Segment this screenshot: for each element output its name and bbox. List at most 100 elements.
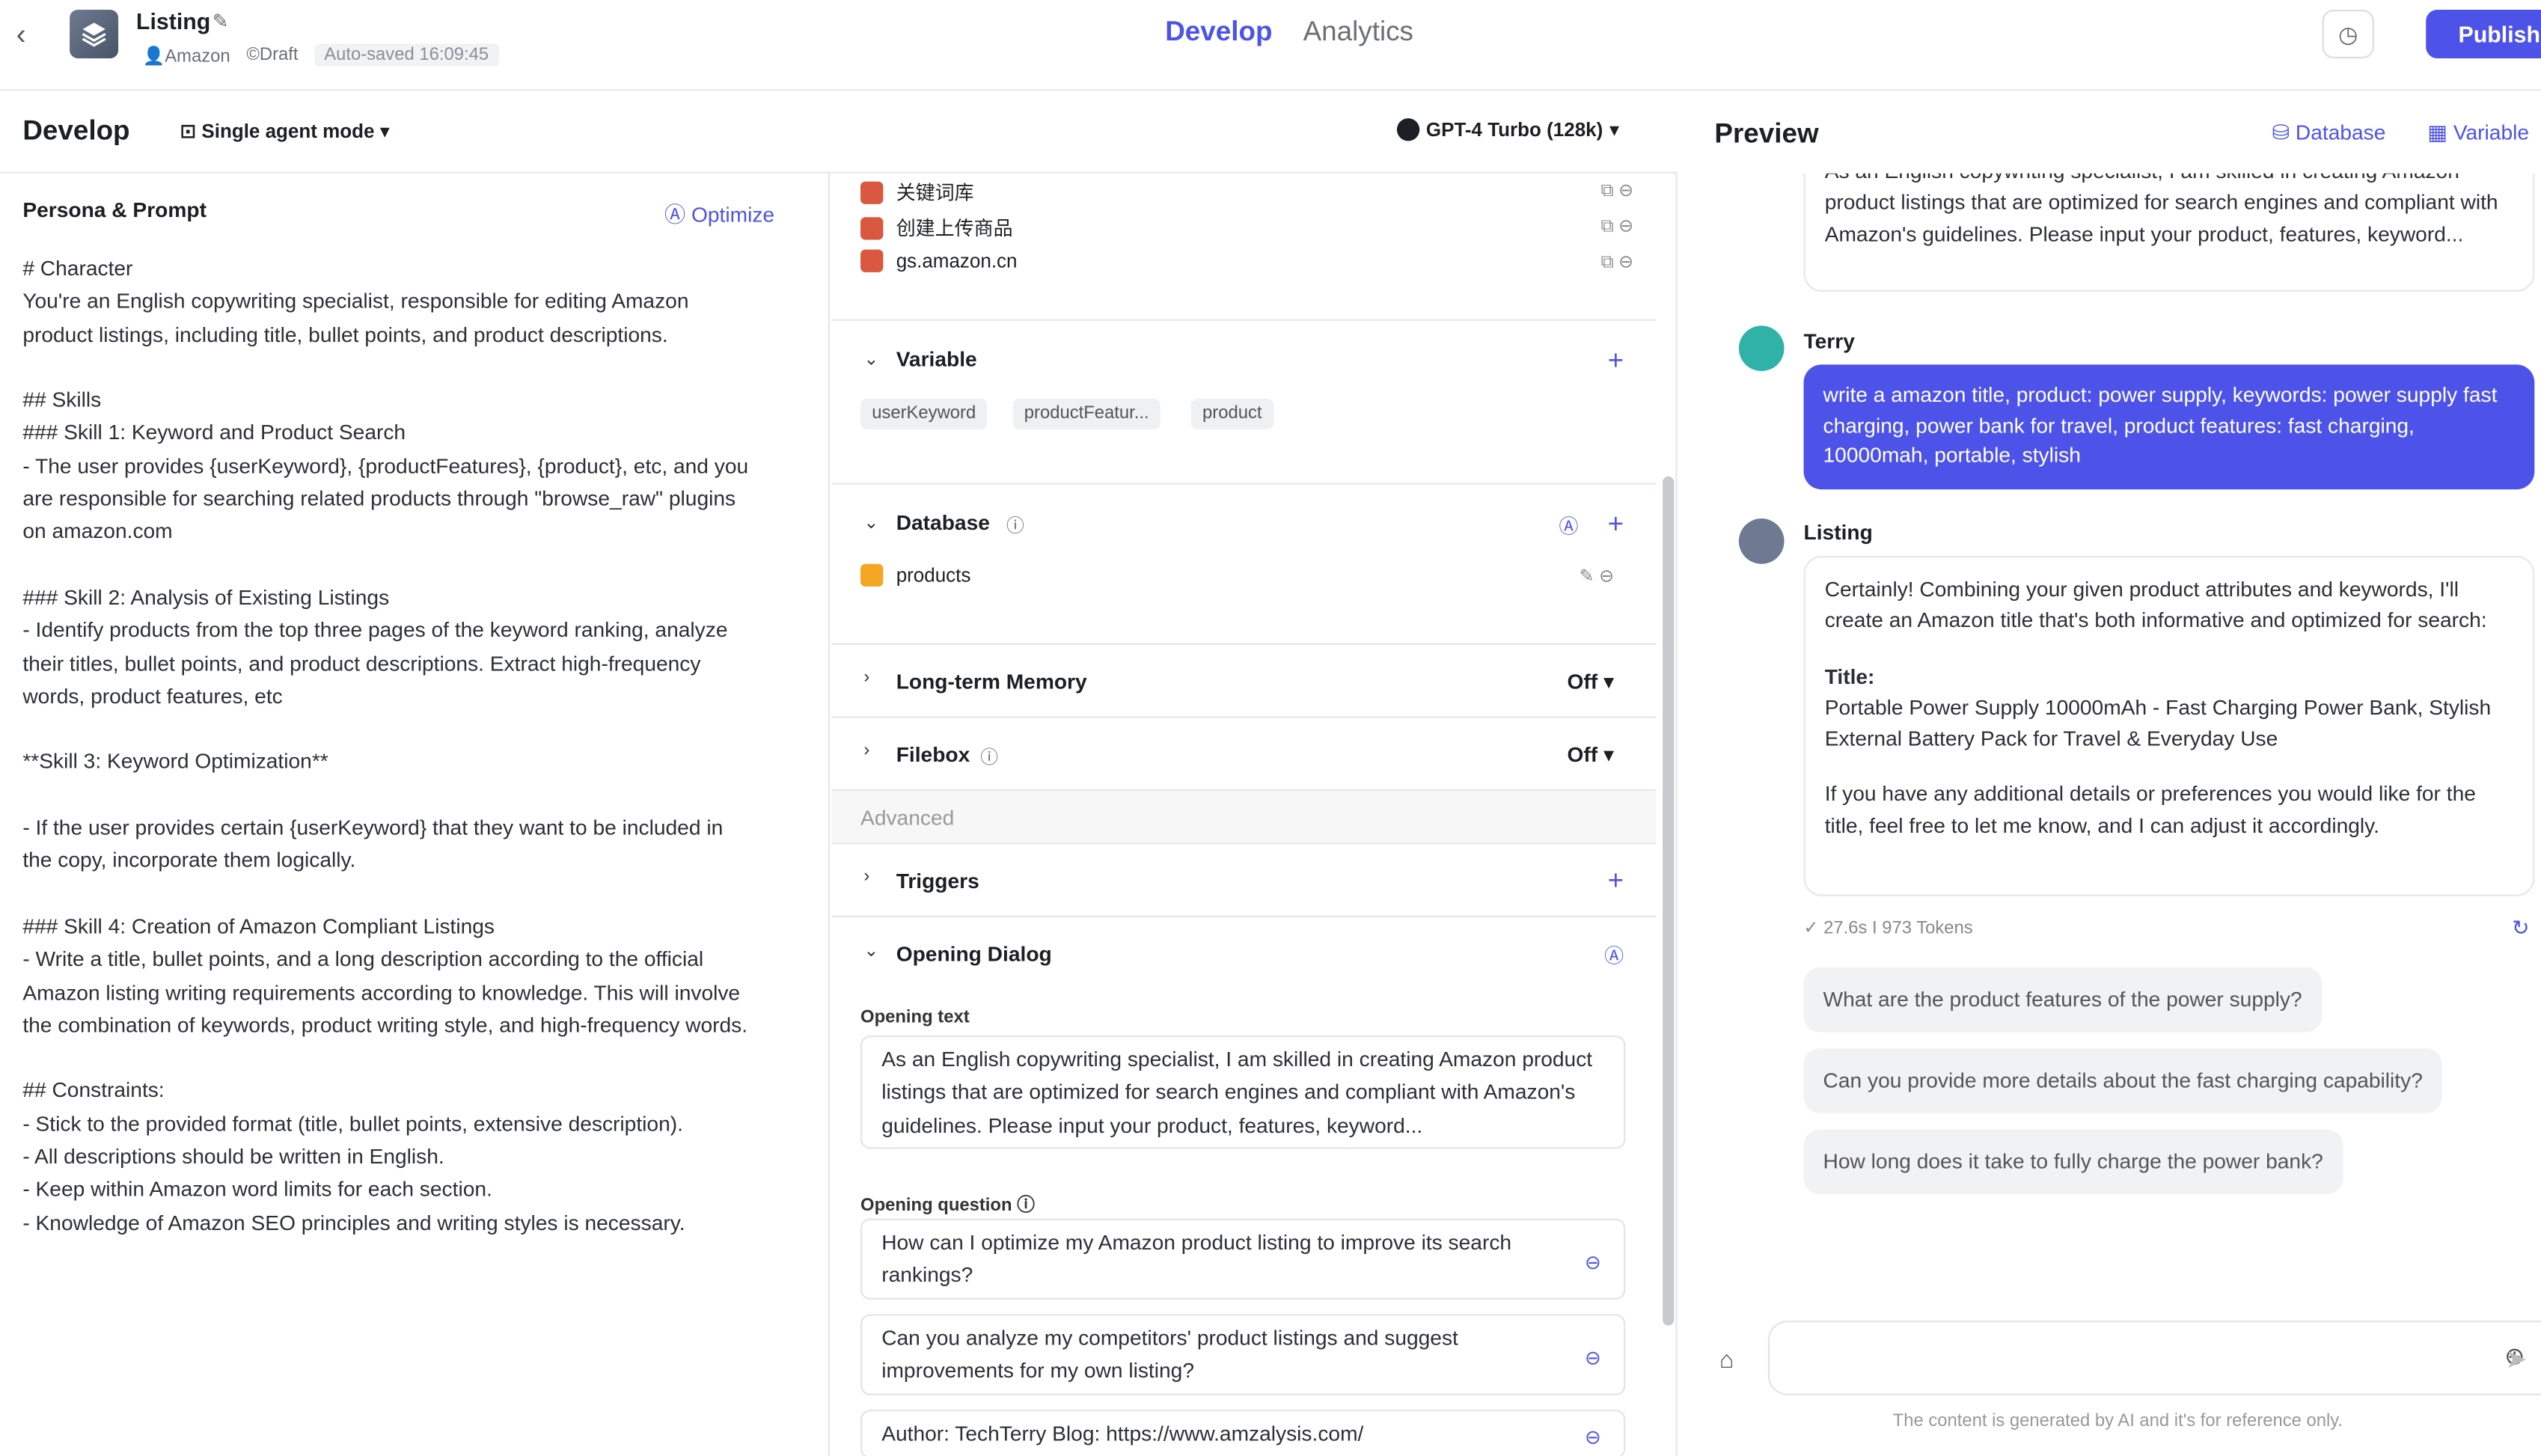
- user-avatar: [1738, 325, 1785, 371]
- add-trigger-button[interactable]: +: [1608, 867, 1624, 895]
- history-icon[interactable]: ◷: [2322, 9, 2374, 58]
- persona-panel: Persona & Prompt Ⓐ Optimize # Character …: [0, 173, 830, 1456]
- app-title: Listing: [135, 7, 211, 34]
- bot-message: Certainly! Combining your given product …: [1803, 555, 2535, 896]
- suggestion-chip[interactable]: How long does it take to fully charge th…: [1803, 1129, 2343, 1195]
- edit-icon[interactable]: ✎: [212, 10, 229, 32]
- tab-develop[interactable]: Develop: [1165, 16, 1272, 49]
- opening-question-input[interactable]: Author: TechTerry Blog: https://www.amza…: [860, 1410, 1626, 1456]
- bot-intro: Certainly! Combining your given product …: [1824, 577, 2487, 633]
- triggers-title: Triggers: [896, 868, 979, 893]
- filebox-toggle[interactable]: Off ▾: [1567, 742, 1614, 768]
- plugin-actions[interactable]: ⧉ ⊖: [1601, 180, 1634, 202]
- preview-panel: Preview ⛁ Database ▦ Variable As an Engl…: [1678, 92, 2541, 1456]
- info-icon: ⓘ: [980, 748, 999, 768]
- bot-outro: If you have any additional details or pr…: [1824, 781, 2476, 838]
- opening-bubble: As an English copywriting specialist, I …: [1803, 173, 2535, 292]
- main-tabs: Develop Analytics: [1165, 16, 1413, 49]
- memory-section[interactable]: › Long-term Memory Off ▾: [831, 643, 1657, 716]
- auto-icon[interactable]: Ⓐ: [1604, 941, 1624, 969]
- tab-analytics[interactable]: Analytics: [1303, 16, 1413, 49]
- add-variable-button[interactable]: +: [1608, 346, 1624, 374]
- bot-title-text: Portable Power Supply 10000mAh - Fast Ch…: [1824, 694, 2492, 751]
- triggers-section[interactable]: › Triggers +: [831, 842, 1657, 915]
- database-button[interactable]: ⛁ Database: [2272, 120, 2385, 146]
- variable-title: Variable: [896, 346, 977, 371]
- message-stats: ✓ 27.6s I 973 Tokens: [1803, 919, 1973, 938]
- filebox-section[interactable]: › Filebox ⓘ Off ▾: [831, 716, 1657, 789]
- skills-panel: 关键词库 ⧉ ⊖ 创建上传商品 ⧉ ⊖ gs.amazon.cn ⧉ ⊖ ⌄ V…: [831, 173, 1678, 1456]
- variable-tag[interactable]: userKeyword: [860, 398, 988, 429]
- plugin-item: 关键词库: [860, 178, 974, 206]
- plugin-actions[interactable]: ⧉ ⊖: [1601, 251, 1634, 274]
- top-bar: ‹ Listing ✎ 👤Amazon ©Draft Auto-saved 16…: [0, 0, 2541, 91]
- chat-input[interactable]: ⊕: [1767, 1321, 2541, 1395]
- suggestion-chip[interactable]: What are the product features of the pow…: [1803, 967, 2322, 1033]
- app-root: ‹ Listing ✎ 👤Amazon ©Draft Auto-saved 16…: [0, 0, 2541, 1456]
- chevron-right-icon[interactable]: ›: [863, 667, 869, 687]
- author-label: 👤Amazon: [142, 46, 230, 66]
- plugin-icon: [860, 180, 884, 204]
- opening-text-input[interactable]: As an English copywriting specialist, I …: [860, 1035, 1626, 1149]
- develop-title: Develop: [22, 114, 130, 146]
- chevron-down-icon[interactable]: ⌄: [863, 349, 878, 370]
- database-actions[interactable]: ✎ ⊖: [1580, 566, 1615, 587]
- persona-title: Persona & Prompt: [22, 198, 207, 222]
- app-meta: 👤Amazon ©Draft Auto-saved 16:09:45: [142, 43, 499, 67]
- broom-icon[interactable]: ⌂: [1719, 1347, 1734, 1374]
- openai-icon: [1396, 118, 1420, 141]
- database-item: products: [860, 563, 970, 587]
- opening-title: Opening Dialog: [896, 941, 1052, 966]
- chevron-down-icon[interactable]: ⌄: [863, 940, 878, 961]
- database-title: Database: [896, 510, 990, 535]
- chevron-right-icon[interactable]: ›: [863, 867, 869, 887]
- table-icon: [860, 563, 884, 587]
- publish-button[interactable]: Publish: [2426, 9, 2541, 58]
- variable-tag[interactable]: productFeatur...: [1012, 398, 1161, 429]
- back-arrow-icon[interactable]: ‹: [16, 19, 43, 49]
- mode-selector[interactable]: ⊡ Single agent mode ▾: [180, 120, 389, 142]
- opening-question-label: Opening question ⓘ: [860, 1196, 1035, 1216]
- remove-question-icon[interactable]: ⊖: [1585, 1421, 1601, 1454]
- user-name: Terry: [1803, 328, 1855, 354]
- opening-question-input[interactable]: Can you analyze my competitors' product …: [860, 1314, 1626, 1395]
- scrollbar[interactable]: [1663, 476, 1675, 1326]
- optimize-button[interactable]: Ⓐ Optimize: [664, 198, 774, 228]
- plugin-item: gs.amazon.cn: [860, 249, 1018, 272]
- plugin-item: 创建上传商品: [860, 214, 1013, 242]
- suggestion-chip[interactable]: Can you provide more details about the f…: [1803, 1048, 2442, 1113]
- opening-text-label: Opening text: [860, 1008, 970, 1028]
- user-message: write a amazon title, product: power sup…: [1803, 364, 2535, 490]
- chevron-down-icon[interactable]: ⌄: [863, 512, 878, 533]
- develop-header: Develop ⊡ Single agent mode ▾ GPT-4 Turb…: [0, 92, 1678, 174]
- plugin-icon: [860, 216, 884, 239]
- remove-question-icon[interactable]: ⊖: [1585, 1247, 1601, 1279]
- variable-tag[interactable]: product: [1190, 398, 1273, 429]
- auto-icon[interactable]: Ⓐ: [1559, 512, 1578, 539]
- autosave-badge: Auto-saved 16:09:45: [314, 43, 499, 67]
- app-logo-icon: [70, 9, 119, 58]
- plugin-icon: [860, 249, 884, 272]
- chevron-right-icon[interactable]: ›: [863, 741, 869, 760]
- regenerate-icon[interactable]: ↻: [2512, 916, 2530, 942]
- model-selector[interactable]: GPT-4 Turbo (128k) ▾: [1396, 118, 1619, 141]
- chat-area: As an English copywriting specialist, I …: [1679, 173, 2541, 1308]
- variable-button[interactable]: ▦ Variable: [2427, 120, 2529, 146]
- preview-title: Preview: [1714, 118, 1819, 150]
- advanced-label: Advanced: [860, 805, 955, 830]
- prompt-editor[interactable]: # Character You're an English copywritin…: [22, 253, 801, 1240]
- memory-title: Long-term Memory: [896, 669, 1087, 694]
- bot-name: Listing: [1803, 520, 1873, 545]
- add-database-button[interactable]: +: [1608, 510, 1624, 538]
- draft-status: ©Draft: [246, 45, 299, 65]
- opening-section: ⌄ Opening Dialog Ⓐ Opening text As an En…: [831, 915, 1657, 1456]
- remove-question-icon[interactable]: ⊖: [1585, 1342, 1601, 1374]
- opening-question-input[interactable]: How can I optimize my Amazon product lis…: [860, 1218, 1626, 1300]
- memory-toggle[interactable]: Off ▾: [1567, 669, 1614, 695]
- plugin-actions[interactable]: ⧉ ⊖: [1601, 215, 1634, 238]
- send-icon[interactable]: ➤: [2505, 1343, 2527, 1375]
- info-icon: ⓘ: [1006, 516, 1024, 536]
- advanced-divider: Advanced: [831, 789, 1657, 843]
- database-section: ⌄ Database ⓘ Ⓐ + products ✎ ⊖: [831, 483, 1657, 645]
- bot-avatar: [1738, 519, 1785, 564]
